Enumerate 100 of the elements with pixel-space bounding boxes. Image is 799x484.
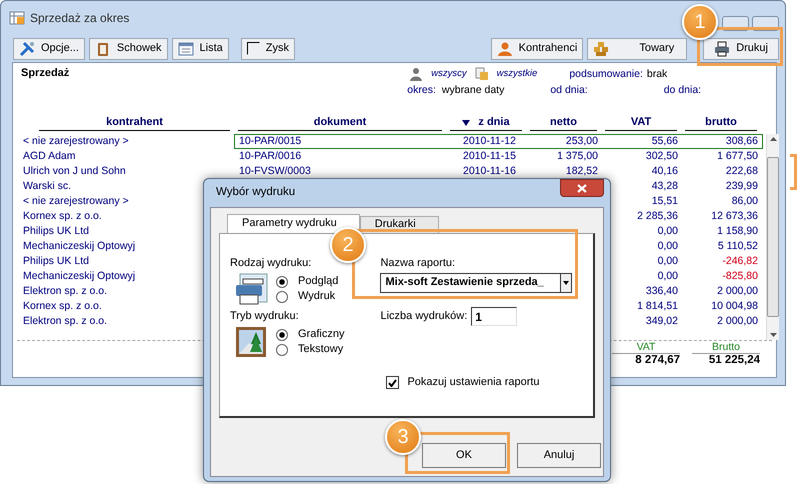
radio-option[interactable]: Graficzny	[276, 327, 344, 342]
dialog-title: Wybór wydruku	[216, 186, 296, 200]
table-cell-text: Mechaniczeskij Optowyj	[22, 238, 136, 254]
caret-icon	[563, 281, 570, 285]
dialog-button[interactable]: Anuluj	[517, 443, 601, 468]
close-button[interactable]	[560, 179, 604, 197]
table-cell-text: 222,68	[724, 164, 759, 178]
table-cell-text: 43,28	[650, 180, 679, 192]
table-cell-text: 5 110,52	[716, 240, 759, 252]
dropdown-button[interactable]	[560, 273, 572, 293]
column-header[interactable]: dokument	[314, 116, 366, 128]
period-value: wybrane daty	[442, 84, 504, 97]
to-label: do dnia:	[664, 84, 702, 97]
group-label: Tryb wydruku:	[230, 310, 300, 323]
table-cell-text: 1 814,51	[636, 300, 679, 312]
totals-label: VAT	[612, 340, 680, 354]
checkbox-icon	[246, 42, 260, 55]
radio-option[interactable]: Tekstowy	[276, 342, 344, 357]
window-title: Sprzedaż za okres	[30, 10, 130, 26]
report-title: Sprzedaż	[21, 67, 70, 81]
printer-icon	[714, 40, 730, 56]
dialog-button[interactable]: OK	[422, 443, 506, 468]
summary-value: brak	[646, 68, 668, 80]
table-cell-text: 10-PAR/0016	[238, 150, 302, 162]
table-cell-text: 253,00	[564, 134, 599, 148]
toolbar-button[interactable]: Opcje...	[13, 38, 85, 60]
totals-value: 8 274,67	[634, 354, 681, 368]
close-icon	[577, 184, 587, 192]
scroll-up-icon	[770, 136, 776, 140]
radio-option[interactable]: Wydruk	[276, 289, 336, 304]
toolbar-button[interactable]: Lista	[172, 38, 229, 60]
table-cell-text: < nie zarejestrowany >	[22, 134, 130, 148]
table-cell-text: 302,50	[644, 150, 679, 162]
table-cell-text: 349,02	[644, 314, 679, 328]
field-label: Nazwa raportu:	[380, 257, 456, 270]
table-cell-text: 0,00	[656, 224, 679, 238]
column-header[interactable]: brutto	[705, 116, 737, 128]
printer-icon	[234, 273, 268, 305]
table-cell-text: 182,52	[564, 164, 599, 178]
table-cell-text: Ulrich von J und Sohn	[22, 164, 127, 178]
table-cell-text: < nie zarejestrowany >	[22, 194, 130, 208]
toolbar-button[interactable]: Drukuj	[703, 38, 779, 60]
person-icon	[409, 67, 424, 81]
table-cell-text: 10 004,98	[710, 300, 759, 312]
table-cell-text: 10-FVSW/0003	[238, 164, 312, 178]
column-header[interactable]: netto	[550, 116, 577, 128]
table-cell-text: 55,66	[650, 134, 679, 148]
table-cell-text: AGD Adam	[22, 148, 77, 164]
checkbox[interactable]	[386, 376, 400, 389]
profit-checkbox[interactable]: Zysk	[240, 38, 296, 60]
customers-filter: wszyscy	[431, 68, 467, 80]
app-icon	[9, 10, 25, 26]
checkbox-label[interactable]: Pokazuj ustawienia raportu	[407, 376, 540, 389]
table-cell-text: -825,80	[721, 270, 759, 282]
table-cell-text: 1 677,50	[716, 150, 759, 162]
column-header[interactable]: z dnia	[478, 116, 510, 129]
tab[interactable]: Parametry wydruku	[227, 214, 360, 233]
table-cell-text: 336,40	[644, 284, 679, 298]
from-label: od dnia:	[550, 84, 588, 97]
table-cell-text: Philips UK Ltd	[22, 224, 90, 238]
table-cell-text: Kornex sp. z o.o.	[22, 298, 103, 314]
period-label: okres:	[407, 84, 436, 97]
summary-label: podsumowanie:	[569, 68, 643, 80]
table-cell-text: 0,00	[656, 254, 679, 268]
copies-field[interactable]: 1	[471, 307, 518, 326]
check-icon	[388, 378, 398, 386]
table-cell-text: 12 673,36	[710, 210, 759, 222]
toolbar-button[interactable]: Kontrahenci	[490, 38, 584, 60]
table-cell-text: 1 375,00	[556, 150, 599, 162]
scrollbar[interactable]	[766, 134, 779, 340]
table-cell-text: 2 285,36	[636, 210, 679, 222]
table-cell-text: 0,00	[656, 240, 679, 252]
list-icon	[178, 40, 194, 56]
landscape-icon	[234, 326, 268, 358]
table-cell-text: 2 000,00	[716, 284, 759, 298]
table-cell-text: Mechaniczeskij Optowyj	[22, 268, 136, 284]
toolbar-button[interactable]: Towary	[587, 38, 688, 60]
table-cell-text: Elektron sp. z o.o.	[22, 284, 108, 298]
table-cell-text: 40,16	[650, 164, 679, 178]
scroll-down-icon	[770, 332, 776, 336]
toolbar-button[interactable]: Schowek	[88, 38, 168, 60]
report-name-dropdown[interactable]: Mix-soft Zestawienie sprzeda_	[380, 273, 560, 293]
table-cell-text: Kornex sp. z o.o.	[22, 208, 103, 224]
table-row[interactable]: 10-FVSW/0003 2010-11-16 182,52 40,16 222,68	[234, 164, 763, 178]
table-cell-text: 2010-11-15	[462, 150, 517, 162]
person-icon	[496, 40, 513, 56]
highlight-frame	[790, 154, 797, 190]
table-cell-text: 2010-11-12	[462, 134, 517, 148]
tools-icon	[19, 40, 35, 56]
radio-option[interactable]: Podgląd	[276, 274, 338, 289]
table-row[interactable]: 10-PAR/0015 2010-11-12 253,00 55,66 308,66	[234, 134, 763, 148]
totals-value: 51 225,24	[708, 354, 761, 368]
column-header[interactable]: VAT	[630, 116, 652, 128]
scrollbar-thumb[interactable]	[767, 156, 779, 316]
table-cell-text: 239,99	[724, 180, 759, 192]
column-header[interactable]: kontrahent	[106, 116, 163, 128]
table-cell-text: -246,82	[721, 254, 759, 268]
table-row[interactable]: 10-PAR/0016 2010-11-15 1 375,00 302,50 1 677,50	[234, 148, 763, 164]
table-cell-text: 10-PAR/0015	[238, 134, 302, 148]
table-cell-text: 15,51	[650, 194, 679, 208]
